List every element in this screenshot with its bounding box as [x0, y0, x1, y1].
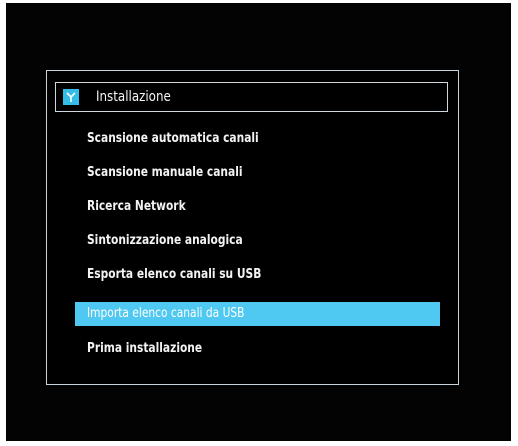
menu-item-import-channel-list[interactable]: Importa elenco canali da USB	[75, 302, 440, 326]
menu-item-automatic-channel-scan[interactable]: Scansione automatica canali	[75, 127, 440, 151]
menu-item-export-channel-list[interactable]: Esporta elenco canali su USB	[75, 263, 440, 287]
menu-item-first-installation[interactable]: Prima installazione	[75, 337, 440, 361]
menu-item-label: Sintonizzazione analogica	[87, 233, 243, 248]
menu-item-label: Ricerca Network	[87, 199, 186, 214]
menu-item-label: Scansione manuale canali	[87, 165, 243, 180]
menu-item-analog-tuning[interactable]: Sintonizzazione analogica	[75, 229, 440, 253]
menu-item-manual-channel-scan[interactable]: Scansione manuale canali	[75, 161, 440, 185]
menu-list: Scansione automatica canali Scansione ma…	[47, 71, 458, 384]
menu-item-label: Scansione automatica canali	[87, 131, 259, 146]
tv-screen: Installazione Scansione automatica canal…	[6, 3, 511, 441]
menu-item-network-search[interactable]: Ricerca Network	[75, 195, 440, 219]
installation-menu: Installazione Scansione automatica canal…	[46, 70, 459, 385]
menu-item-label: Importa elenco canali da USB	[87, 306, 245, 321]
menu-item-label: Prima installazione	[87, 341, 203, 356]
menu-item-label: Esporta elenco canali su USB	[87, 267, 262, 282]
